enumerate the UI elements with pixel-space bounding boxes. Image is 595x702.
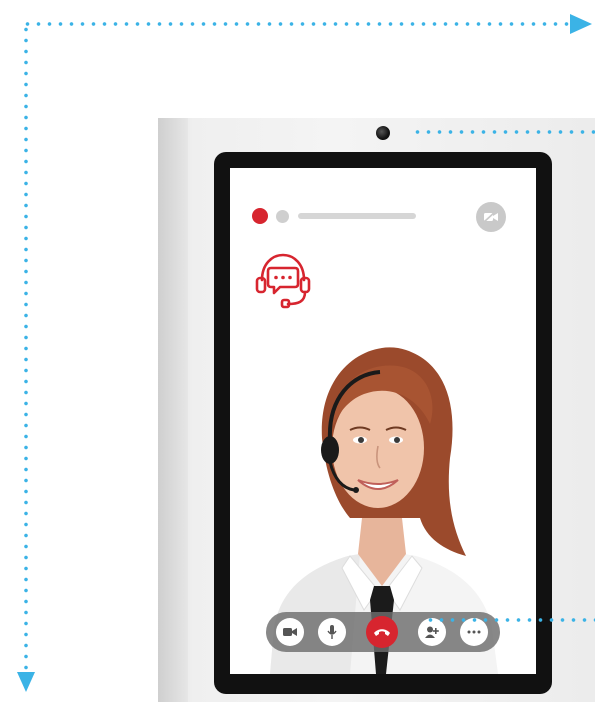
video-camera-icon [283, 628, 297, 636]
pending-step-dot [276, 210, 289, 223]
add-user-icon [425, 626, 439, 638]
progress-track [298, 213, 416, 219]
end-call-button[interactable] [366, 616, 398, 648]
add-participant-button[interactable] [418, 618, 446, 646]
mute-button[interactable] [318, 618, 346, 646]
width-arrow-icon [570, 14, 592, 34]
ellipsis-icon [467, 630, 481, 634]
camera-toggle-button[interactable] [476, 202, 506, 232]
webcam-icon [376, 126, 390, 140]
width-dimension-guide [22, 22, 572, 26]
microphone-icon [327, 625, 337, 639]
kiosk-screen [230, 168, 536, 674]
height-dimension-guide [24, 24, 28, 676]
active-step-dot [252, 208, 268, 224]
hang-up-icon [374, 629, 390, 636]
camera-callout-guide [412, 130, 595, 134]
video-kiosk [158, 118, 595, 702]
controls-callout-guide [425, 618, 595, 622]
headset-chat-icon [255, 253, 311, 309]
camera-off-icon [483, 211, 498, 223]
screen-bezel [214, 152, 552, 694]
more-options-button[interactable] [460, 618, 488, 646]
video-button[interactable] [276, 618, 304, 646]
height-arrow-icon [17, 672, 35, 692]
kiosk-side-panel [158, 118, 188, 702]
